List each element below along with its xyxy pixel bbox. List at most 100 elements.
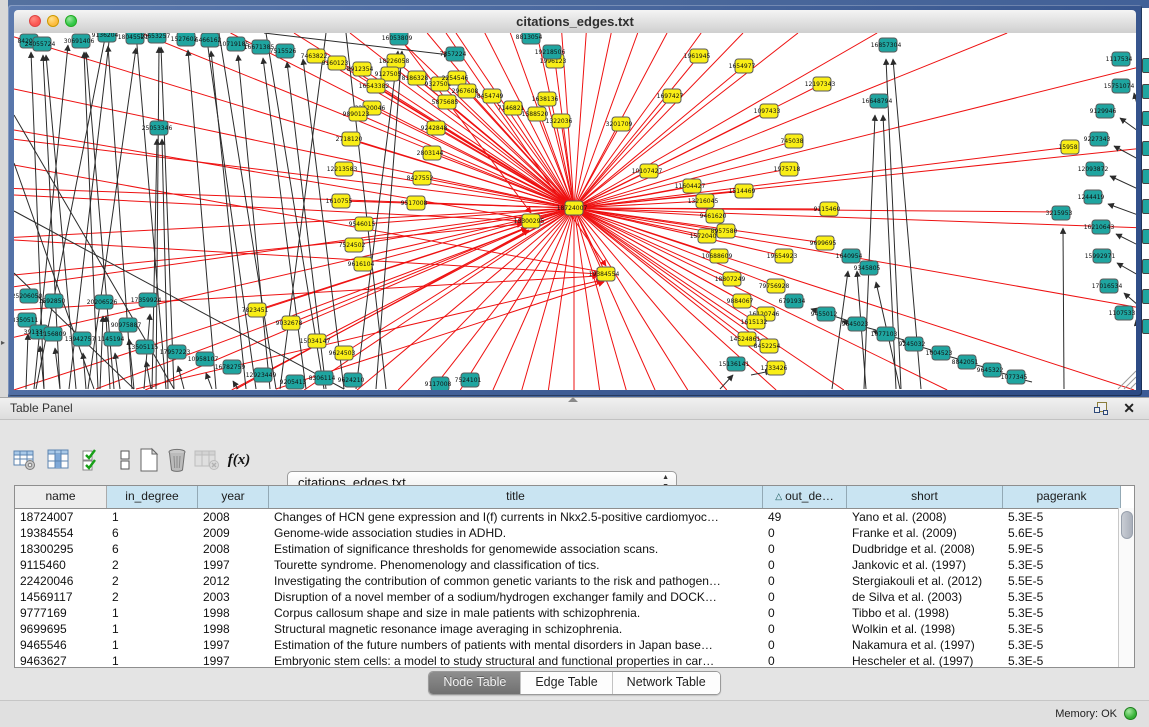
network-node[interactable]: 16857304 bbox=[871, 38, 902, 52]
network-node[interactable]: 19654923 bbox=[767, 249, 798, 263]
column-header-in_degree[interactable]: in_degree bbox=[107, 486, 198, 508]
row-height-icon[interactable] bbox=[112, 447, 138, 473]
network-node[interactable]: 9699695 bbox=[810, 236, 837, 250]
network-node[interactable]: 1004523 bbox=[926, 346, 953, 360]
network-node[interactable]: 9461620 bbox=[700, 209, 727, 223]
network-canvas[interactable]: 7463822916012389123541822605891275051654… bbox=[14, 33, 1136, 390]
network-node[interactable]: 6791934 bbox=[779, 294, 806, 308]
network-node[interactable]: 17957223 bbox=[160, 345, 191, 359]
column-header-pagerank[interactable]: pagerank bbox=[1003, 486, 1121, 508]
network-node[interactable]: 9624503 bbox=[329, 346, 356, 360]
network-node[interactable]: 9890123 bbox=[343, 107, 370, 121]
network-node[interactable]: 12093872 bbox=[1078, 162, 1109, 176]
network-node[interactable]: 20206526 bbox=[87, 295, 118, 309]
tab-edge-table[interactable]: Edge Table bbox=[521, 672, 612, 694]
table-row[interactable]: 1872400712008Changes of HCN gene express… bbox=[15, 509, 1134, 525]
network-node[interactable]: 9136204 bbox=[92, 33, 119, 42]
network-node[interactable]: 9624210 bbox=[338, 373, 365, 387]
splitter-handle-icon[interactable] bbox=[568, 397, 578, 402]
network-node[interactable]: 8813054 bbox=[516, 33, 543, 44]
network-node[interactable]: 1107533 bbox=[1109, 306, 1136, 320]
network-node[interactable]: 17016534 bbox=[1092, 279, 1123, 293]
network-node[interactable]: 7146821 bbox=[498, 101, 525, 115]
network-node[interactable]: 9129946 bbox=[1090, 104, 1117, 118]
network-node[interactable]: 9032678 bbox=[276, 316, 303, 330]
network-node[interactable]: 19384554 bbox=[589, 267, 620, 281]
network-node[interactable]: 15992971 bbox=[1085, 249, 1116, 263]
network-node[interactable]: 9455012 bbox=[811, 307, 838, 321]
network-node[interactable]: 18807249 bbox=[715, 272, 746, 286]
network-node[interactable]: 9115460 bbox=[814, 202, 841, 216]
network-node[interactable]: 3215953 bbox=[1046, 206, 1073, 220]
network-node[interactable]: 1975718 bbox=[774, 162, 801, 176]
panel-collapse-arrow-icon[interactable]: ▸ bbox=[1, 338, 5, 347]
network-node[interactable]: 9645023 bbox=[842, 317, 869, 331]
network-node[interactable]: 7357224 bbox=[440, 47, 467, 61]
network-node[interactable]: 3201709 bbox=[606, 117, 633, 131]
network-node[interactable]: 745038 bbox=[781, 134, 804, 148]
network-node[interactable]: 1117534 bbox=[1106, 52, 1133, 66]
network-node[interactable]: 1514469 bbox=[729, 184, 756, 198]
network-node[interactable]: 8454749 bbox=[477, 89, 504, 103]
network-node[interactable]: 1640954 bbox=[836, 249, 863, 263]
column-header-title[interactable]: title bbox=[269, 486, 763, 508]
table-row[interactable]: 911546021997Tourette syndrome. Phenomeno… bbox=[15, 557, 1134, 573]
table-mode-icon[interactable] bbox=[12, 447, 38, 473]
table-row[interactable]: 969969511998Structural magnetic resonanc… bbox=[15, 621, 1134, 637]
table-scrollbar-thumb[interactable] bbox=[1121, 511, 1133, 539]
network-node[interactable]: 11604427 bbox=[675, 179, 706, 193]
network-window[interactable]: citations_edges.txt 74638229160123891235… bbox=[8, 5, 1142, 396]
network-node[interactable]: 16648794 bbox=[862, 94, 893, 108]
float-window-icon[interactable] bbox=[1094, 402, 1107, 415]
column-header-name[interactable]: name bbox=[15, 486, 107, 508]
network-node[interactable]: 1610755 bbox=[326, 194, 353, 208]
delete-columns-icon[interactable] bbox=[164, 447, 190, 473]
network-window-titlebar[interactable]: citations_edges.txt bbox=[14, 10, 1136, 34]
network-node[interactable]: 25053346 bbox=[142, 121, 173, 135]
background-window-sliver[interactable] bbox=[1142, 8, 1149, 390]
network-node[interactable]: 2803144 bbox=[417, 146, 444, 160]
network-node[interactable]: 16543382 bbox=[359, 79, 390, 93]
close-icon[interactable]: ✕ bbox=[1123, 400, 1135, 417]
network-node[interactable]: 15136141 bbox=[719, 357, 750, 371]
network-node[interactable]: 1697427 bbox=[657, 89, 684, 103]
network-node[interactable]: 9645322 bbox=[977, 363, 1004, 377]
table-row[interactable]: 946554611997Estimation of the future num… bbox=[15, 637, 1134, 653]
select-columns-icon[interactable] bbox=[80, 447, 106, 473]
network-node[interactable]: 90975887 bbox=[111, 318, 142, 332]
table-row[interactable]: 1456911722003Disruption of a novel membe… bbox=[15, 589, 1134, 605]
column-header-year[interactable]: year bbox=[198, 486, 269, 508]
function-builder-icon[interactable]: f(x) bbox=[226, 447, 252, 473]
network-node[interactable]: 1615132 bbox=[741, 315, 768, 329]
network-node[interactable]: 12213583 bbox=[327, 162, 358, 176]
network-node[interactable]: 8842051 bbox=[952, 355, 979, 369]
network-node[interactable]: 12197343 bbox=[805, 77, 836, 91]
network-node[interactable]: 9227343 bbox=[1084, 132, 1111, 146]
tab-network-table[interactable]: Network Table bbox=[613, 672, 720, 694]
table-scrollbar[interactable] bbox=[1118, 508, 1134, 667]
table-row[interactable]: 2242004622012Investigating the contribut… bbox=[15, 573, 1134, 589]
tab-node-table[interactable]: Node Table bbox=[429, 672, 521, 694]
table-row[interactable]: 1830029562008Estimation of significance … bbox=[15, 541, 1134, 557]
network-node[interactable]: 17359924 bbox=[131, 293, 162, 307]
network-node[interactable]: 1733426 bbox=[761, 361, 788, 375]
network-node[interactable]: 9242848 bbox=[421, 121, 448, 135]
network-node[interactable]: 1527602 bbox=[171, 33, 198, 46]
network-node[interactable]: 1322036 bbox=[546, 114, 573, 128]
network-node[interactable]: 9117008 bbox=[425, 377, 452, 390]
table-row[interactable]: 946362711997Embryonic stem cells: a mode… bbox=[15, 653, 1134, 668]
network-node[interactable]: 6466162 bbox=[195, 33, 222, 47]
network-node[interactable]: 8306114 bbox=[309, 371, 336, 385]
network-node[interactable]: 1588520 bbox=[522, 107, 549, 121]
network-node[interactable]: 10107427 bbox=[632, 164, 663, 178]
network-node[interactable]: 7524101 bbox=[455, 373, 482, 387]
network-node[interactable]: 16782759 bbox=[215, 360, 246, 374]
network-node[interactable]: 1654977 bbox=[729, 59, 756, 73]
network-node[interactable]: 13942757 bbox=[65, 332, 96, 346]
new-column-icon[interactable] bbox=[136, 447, 162, 473]
network-node[interactable]: 2718120 bbox=[336, 132, 363, 146]
network-node[interactable]: 1077103 bbox=[871, 327, 898, 341]
network-node[interactable]: 1077345 bbox=[1001, 370, 1028, 384]
network-node[interactable]: 16053809 bbox=[382, 33, 413, 45]
network-node[interactable]: 15751074 bbox=[1104, 79, 1135, 93]
